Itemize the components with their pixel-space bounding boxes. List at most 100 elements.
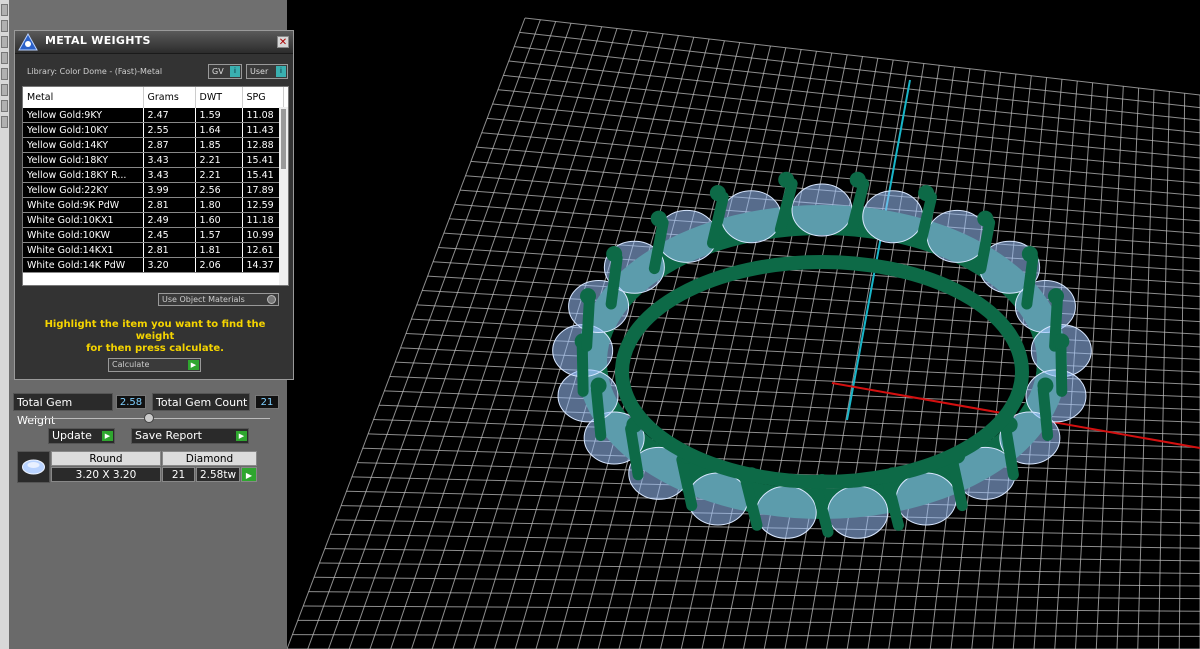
toolbar-button[interactable] [1,20,8,32]
table-row[interactable]: White Gold:9K PdW 2.81 1.80 12.59 [23,197,284,213]
metal-weights-dialog: METAL WEIGHTS ✕ Library: Color Dome - (F… [14,30,294,380]
3d-viewport[interactable] [287,0,1200,649]
table-cell: 14.37 [242,257,284,273]
table-row[interactable]: White Gold:14KX1 2.81 1.81 12.61 [23,242,284,258]
side-panel: METAL WEIGHTS ✕ Library: Color Dome - (F… [9,0,294,649]
library-label: Library: Color Dome - (Fast)-Metal [27,67,163,76]
toolbar-button[interactable] [1,4,8,16]
toolbar-button[interactable] [1,100,8,112]
play-icon[interactable]: ▶ [241,467,257,482]
prong [576,339,589,397]
table-cell: 2.56 [195,182,243,198]
column-header[interactable]: Metal [23,87,144,108]
table-cell: 17.89 [242,182,284,198]
column-header[interactable]: Grams [143,87,196,108]
table-cell: White Gold:14KX1 [23,242,144,258]
table-row[interactable]: Yellow Gold:10KY 2.55 1.64 11.43 [23,122,284,138]
prong-bead [849,171,866,188]
calculate-label: Calculate [112,360,150,369]
prong-bead [590,377,607,394]
table-cell: White Gold:10KX1 [23,212,144,228]
table-cell: 2.47 [143,108,196,123]
column-header[interactable]: SPG [242,87,284,108]
prong-bead [709,185,726,202]
prong-bead [1047,288,1064,305]
table-cell: 1.60 [195,212,243,228]
play-icon: ▶ [236,431,247,441]
table-cell: 2.06 [195,257,243,273]
table-row[interactable]: Yellow Gold:18KY R... 3.43 2.21 15.41 [23,167,284,183]
table-cell: 12.88 [242,137,284,153]
table-cell: White Gold:10KW [23,227,144,243]
save-report-label: Save Report [135,429,202,442]
prong [581,294,595,352]
table-row[interactable]: White Gold:10KX1 2.49 1.60 11.18 [23,212,284,228]
total-gem-count-value: 21 [255,395,279,409]
table-row[interactable]: Yellow Gold:22KY 3.99 2.56 17.89 [23,182,284,198]
gem-shape-header: Round [51,451,161,466]
table-cell: 2.81 [143,197,196,213]
user-toggle[interactable]: User i [246,64,288,79]
grid-line [743,56,863,649]
table-cell: 2.49 [143,212,196,228]
table-cell: 2.21 [195,152,243,168]
grid-line [368,433,1200,461]
prong-bead [778,171,795,188]
ring-model[interactable] [552,171,1092,539]
radio-icon[interactable] [267,295,276,304]
calculate-button[interactable]: Calculate ▶ [108,358,201,372]
table-row[interactable]: Yellow Gold:9KY 2.47 1.59 11.08 [23,108,284,123]
prong [1000,423,1019,481]
scrollbar-thumb[interactable] [281,109,286,169]
save-report-button[interactable]: Save Report ▶ [131,428,249,444]
gv-toggle[interactable]: GV i [208,64,242,79]
table-cell: 1.57 [195,227,243,243]
column-header[interactable]: DWT [195,87,243,108]
toolbar-button[interactable] [1,84,8,96]
diamond-icon [22,459,45,475]
total-gem-count-label: Total Gem Count [152,393,250,411]
user-toggle-label: User [250,67,269,76]
app-logo-icon [18,33,38,51]
table-row[interactable]: Yellow Gold:18KY 3.43 2.21 15.41 [23,152,284,168]
toolbar-button[interactable] [1,116,8,128]
table-cell: 2.45 [143,227,196,243]
table-row[interactable]: White Gold:10KW 2.45 1.57 10.99 [23,227,284,243]
use-object-materials-option[interactable]: Use Object Materials [158,293,279,306]
grid-line [373,419,1200,449]
gem-weight: 2.58tw [196,467,240,482]
close-icon[interactable]: ✕ [277,36,289,48]
gem-summary-table[interactable]: Round 3.20 X 3.20 Diamond 21 2.58tw ▶ [17,451,257,483]
table-row[interactable]: White Gold:14K PdW 3.20 2.06 14.37 [23,257,284,273]
prong [1021,252,1039,310]
gem-stone [687,472,749,526]
play-icon: ▶ [102,431,113,441]
toolbar-button[interactable] [1,36,8,48]
table-cell: 10.99 [242,227,284,243]
table-cell: 11.08 [242,108,284,123]
table-cell: Yellow Gold:18KY R... [23,167,144,183]
prong [1037,384,1054,442]
prong-bead [1021,246,1038,262]
gem-size: 3.20 X 3.20 [51,467,161,482]
gem-stone [895,472,957,526]
table-cell: 11.18 [242,212,284,228]
table-cell: 2.81 [143,242,196,258]
dialog-title-bar[interactable]: METAL WEIGHTS ✕ [15,31,293,54]
vertical-scrollbar[interactable] [279,107,288,285]
toolbar-button[interactable] [1,68,8,80]
prong [605,252,623,310]
viewport-scene[interactable] [287,0,1200,649]
grid-line [330,533,1200,549]
grid-line [314,576,1200,587]
table-row[interactable]: Yellow Gold:14KY 2.87 1.85 12.88 [23,137,284,153]
toolbar-button[interactable] [1,52,8,64]
prong-bead [1037,377,1054,394]
table-cell: 12.59 [242,197,284,213]
metal-weights-table[interactable]: Metal Grams DWT SPG Yellow Gold:9KY 2.47 1.59… [22,86,289,286]
table-cell: 1.59 [195,108,243,123]
table-cell: 1.81 [195,242,243,258]
update-button[interactable]: Update ▶ [48,428,115,444]
report-slider-handle[interactable] [144,413,154,423]
table-cell: 1.80 [195,197,243,213]
